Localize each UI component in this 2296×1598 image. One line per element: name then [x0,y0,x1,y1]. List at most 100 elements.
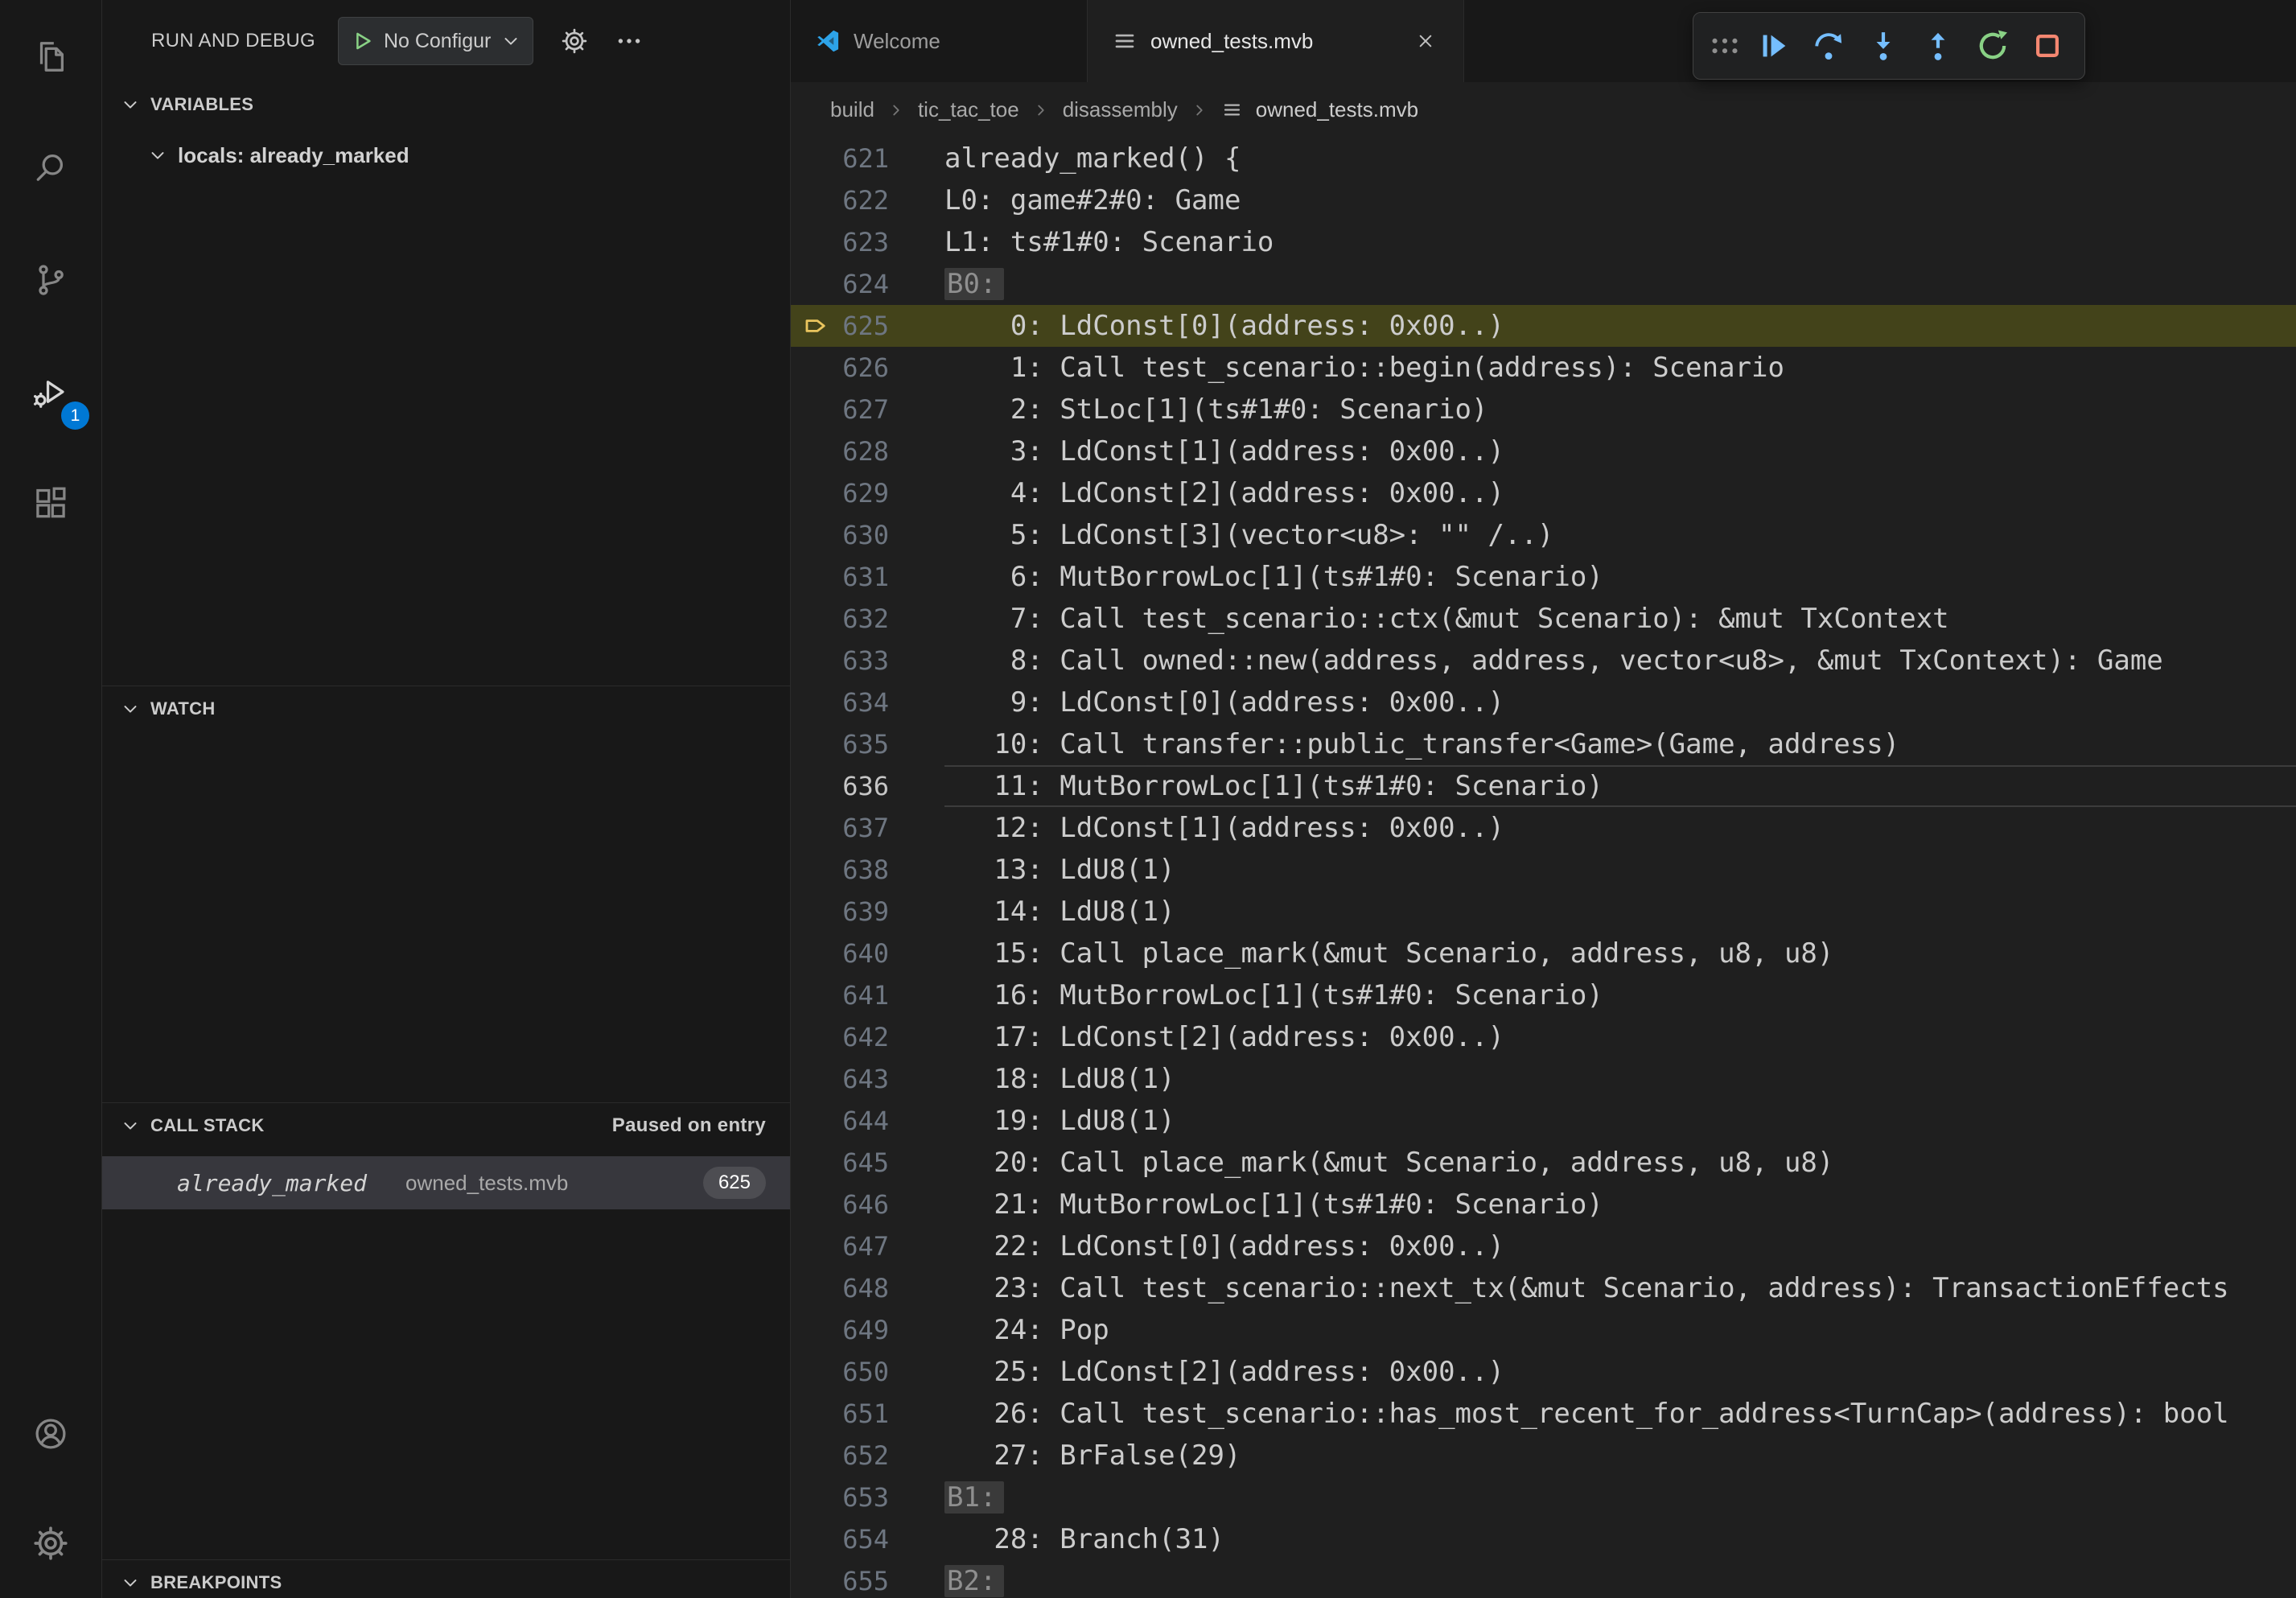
more-actions-button[interactable] [615,27,643,55]
editor-gutter[interactable]: 652 [791,1435,944,1477]
debug-step-out-button[interactable] [1911,19,1965,73]
code-line[interactable]: 636 11: MutBorrowLoc[1](ts#1#0: Scenario… [791,765,2296,807]
code-line[interactable]: 625 0: LdConst[0](address: 0x00..) [791,305,2296,347]
watch-section-header[interactable]: WATCH [102,686,790,731]
code-line[interactable]: 627 2: StLoc[1](ts#1#0: Scenario) [791,389,2296,430]
code-line[interactable]: 643 18: LdU8(1) [791,1058,2296,1100]
code-line[interactable]: 647 22: LdConst[0](address: 0x00..) [791,1225,2296,1267]
code-line[interactable]: 621 already_marked() { [791,138,2296,179]
code-line[interactable]: 644 19: LdU8(1) [791,1100,2296,1142]
breadcrumb-item-file[interactable]: owned_tests.mvb [1256,97,1418,122]
code-line[interactable]: 631 6: MutBorrowLoc[1](ts#1#0: Scenario) [791,556,2296,598]
activity-accounts[interactable] [0,1379,101,1489]
stack-frame-row[interactable]: already_marked owned_tests.mvb 625 [102,1156,790,1209]
variables-section-header[interactable]: VARIABLES [102,82,790,127]
code-line[interactable]: 624 B0: [791,263,2296,305]
editor-gutter[interactable]: 647 [791,1225,944,1267]
debug-restart-button[interactable] [1965,19,2020,73]
code-line[interactable]: 633 8: Call owned::new(address, address,… [791,640,2296,682]
code-line[interactable]: 642 17: LdConst[2](address: 0x00..) [791,1016,2296,1058]
editor-gutter[interactable]: 635 [791,723,944,765]
editor-gutter[interactable]: 638 [791,849,944,891]
code-line[interactable]: 623 L1: ts#1#0: Scenario [791,221,2296,263]
code-line[interactable]: 629 4: LdConst[2](address: 0x00..) [791,472,2296,514]
code-line[interactable]: 635 10: Call transfer::public_transfer<G… [791,723,2296,765]
editor-gutter[interactable]: 639 [791,891,944,933]
editor-gutter[interactable]: 628 [791,430,944,472]
editor-gutter[interactable]: 640 [791,933,944,974]
editor-gutter[interactable]: 632 [791,598,944,640]
editor-gutter[interactable]: 651 [791,1393,944,1435]
activity-search[interactable] [0,112,101,224]
tab-welcome[interactable]: Welcome [791,0,1088,82]
code-line[interactable]: 640 15: Call place_mark(&mut Scenario, a… [791,933,2296,974]
code-line[interactable]: 655 B2: [791,1560,2296,1598]
code-line[interactable]: 651 26: Call test_scenario::has_most_rec… [791,1393,2296,1435]
editor-gutter[interactable]: 630 [791,514,944,556]
activity-explorer[interactable] [0,0,101,112]
editor-gutter[interactable]: 648 [791,1267,944,1309]
code-line[interactable]: 632 7: Call test_scenario::ctx(&mut Scen… [791,598,2296,640]
editor-gutter[interactable]: 655 [791,1560,944,1598]
code-line[interactable]: 641 16: MutBorrowLoc[1](ts#1#0: Scenario… [791,974,2296,1016]
debug-continue-button[interactable] [1747,19,1801,73]
editor-gutter[interactable]: 636 [791,765,944,807]
close-tab-button[interactable] [1412,27,1439,55]
code-line[interactable]: 630 5: LdConst[3](vector<u8>: "" /..) [791,514,2296,556]
editor-gutter[interactable]: 623 [791,221,944,263]
editor-gutter[interactable]: 649 [791,1309,944,1351]
editor-gutter[interactable]: 654 [791,1518,944,1560]
editor-gutter[interactable]: 626 [791,347,944,389]
editor-gutter[interactable]: 631 [791,556,944,598]
activity-settings[interactable] [0,1489,101,1598]
breadcrumb-item[interactable]: tic_tac_toe [918,97,1019,122]
editor-gutter[interactable]: 643 [791,1058,944,1100]
editor-gutter[interactable]: 646 [791,1184,944,1225]
editor-gutter[interactable]: 622 [791,179,944,221]
locals-scope-row[interactable]: locals: already_marked [102,132,790,179]
breadcrumb-item[interactable]: disassembly [1063,97,1178,122]
debug-stop-button[interactable] [2020,19,2075,73]
code-line[interactable]: 638 13: LdU8(1) [791,849,2296,891]
editor-gutter[interactable]: 645 [791,1142,944,1184]
editor-gutter[interactable]: 627 [791,389,944,430]
debug-settings-gear-button[interactable] [561,27,588,55]
editor-gutter[interactable]: 642 [791,1016,944,1058]
editor-gutter[interactable]: 621 [791,138,944,179]
editor-gutter[interactable]: 634 [791,682,944,723]
debug-step-over-button[interactable] [1801,19,1856,73]
breadcrumb-item[interactable]: build [830,97,874,122]
editor-gutter[interactable]: 650 [791,1351,944,1393]
code-line[interactable]: 626 1: Call test_scenario::begin(address… [791,347,2296,389]
gripper-icon[interactable] [1706,27,1743,64]
code-line[interactable]: 649 24: Pop [791,1309,2296,1351]
breakpoints-section-header[interactable]: BREAKPOINTS [102,1560,790,1598]
code-line[interactable]: 628 3: LdConst[1](address: 0x00..) [791,430,2296,472]
code-line[interactable]: 654 28: Branch(31) [791,1518,2296,1560]
editor-gutter[interactable]: 633 [791,640,944,682]
activity-extensions[interactable] [0,447,101,559]
call-stack-section-header[interactable]: CALL STACK Paused on entry [102,1103,790,1148]
code-line[interactable]: 637 12: LdConst[1](address: 0x00..) [791,807,2296,849]
tab-owned-tests[interactable]: owned_tests.mvb [1088,0,1464,82]
code-line[interactable]: 652 27: BrFalse(29) [791,1435,2296,1477]
code-line[interactable]: 653 B1: [791,1477,2296,1518]
editor-gutter[interactable]: 641 [791,974,944,1016]
editor-gutter[interactable]: 637 [791,807,944,849]
editor-gutter[interactable]: 624 [791,263,944,305]
code-line[interactable]: 622 L0: game#2#0: Game [791,179,2296,221]
activity-run-debug[interactable]: 1 [0,336,101,447]
code-line[interactable]: 646 21: MutBorrowLoc[1](ts#1#0: Scenario… [791,1184,2296,1225]
code-line[interactable]: 648 23: Call test_scenario::next_tx(&mut… [791,1267,2296,1309]
code-editor[interactable]: 621 already_marked() { 622 L0: game#2#0:… [791,138,2296,1598]
code-line[interactable]: 639 14: LdU8(1) [791,891,2296,933]
editor-gutter[interactable]: 629 [791,472,944,514]
activity-source-control[interactable] [0,224,101,336]
editor-gutter[interactable]: 644 [791,1100,944,1142]
debug-config-dropdown[interactable]: No Configur [338,17,533,65]
editor-gutter[interactable]: 625 [791,305,944,347]
code-line[interactable]: 645 20: Call place_mark(&mut Scenario, a… [791,1142,2296,1184]
debug-step-into-button[interactable] [1856,19,1911,73]
editor-gutter[interactable]: 653 [791,1477,944,1518]
code-line[interactable]: 634 9: LdConst[0](address: 0x00..) [791,682,2296,723]
